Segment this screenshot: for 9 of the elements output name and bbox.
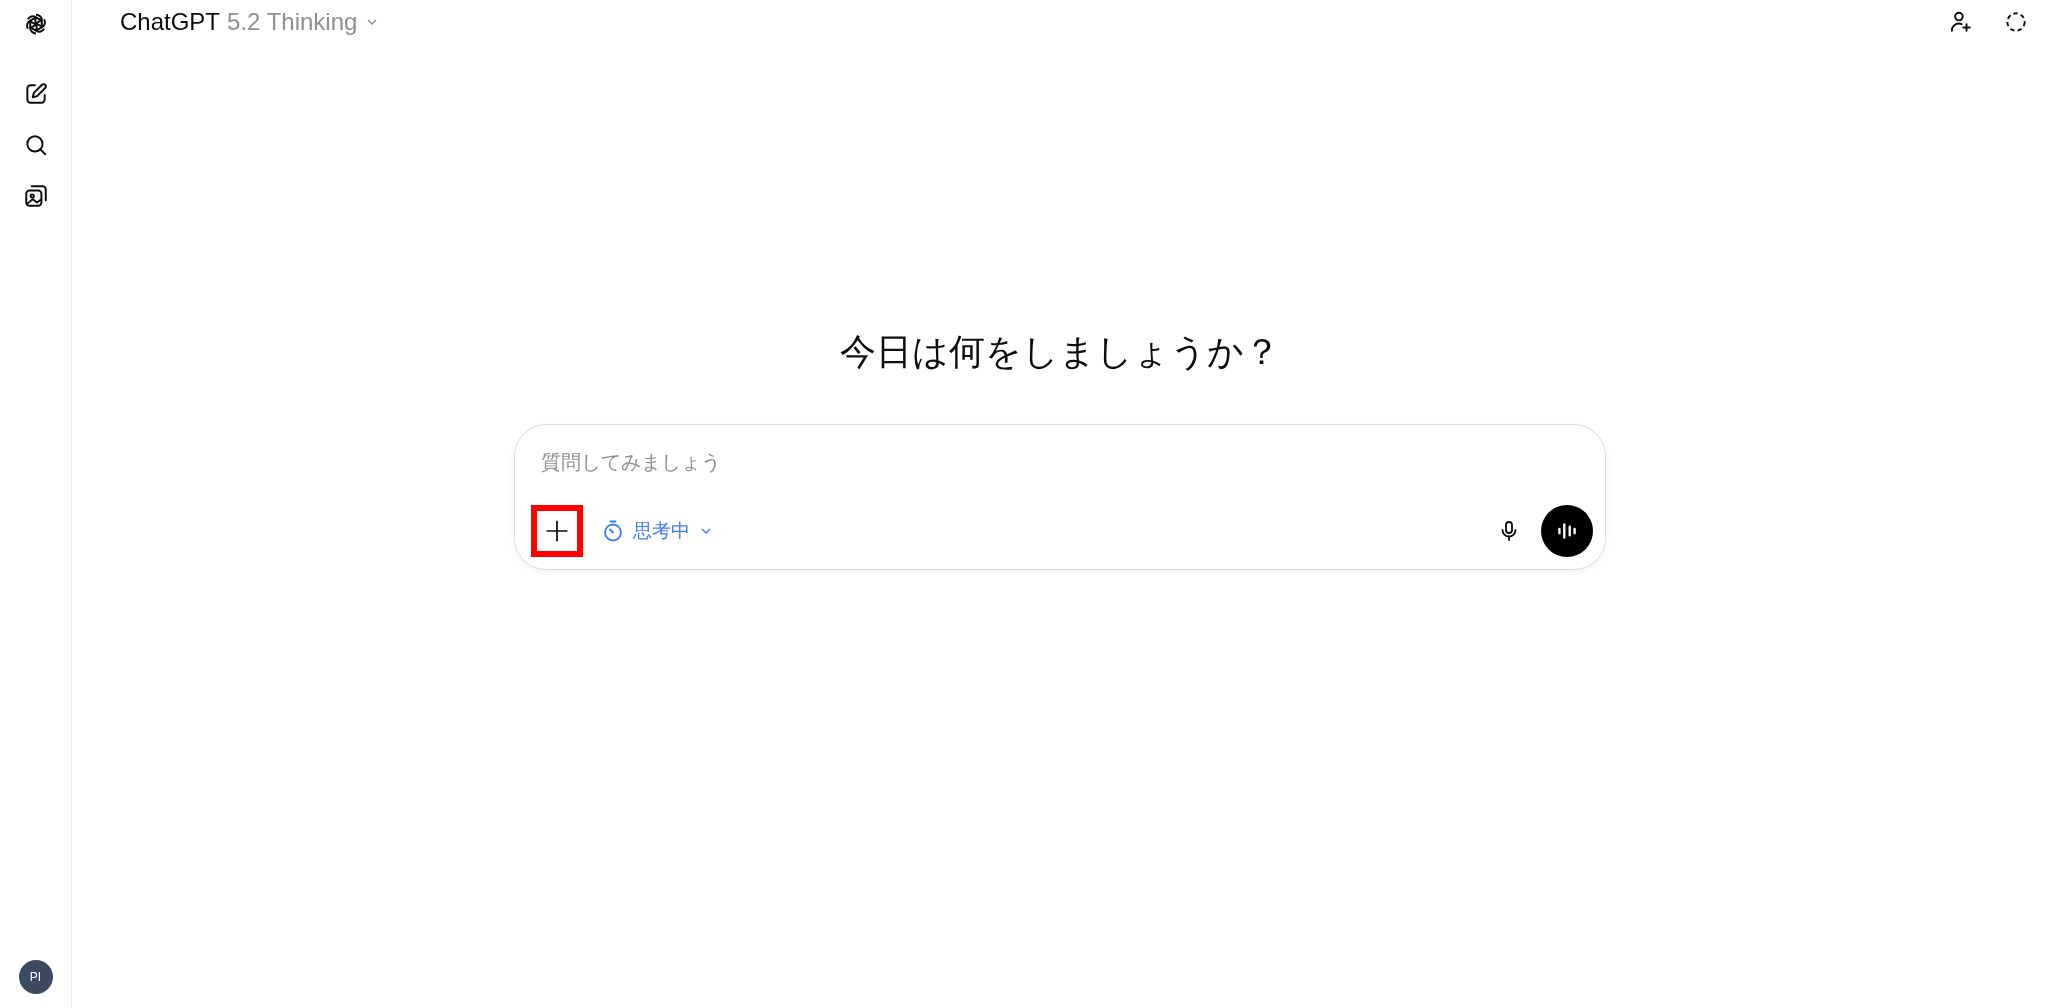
add-button[interactable] [531,505,583,557]
user-avatar[interactable]: PI [18,960,53,994]
timer-icon [601,519,625,543]
plus-icon [544,518,570,544]
message-field[interactable]: 質問してみましょう 思考中 [514,424,1606,570]
thinking-mode-button[interactable]: 思考中 [595,514,720,548]
model-selector[interactable]: ChatGPT 5.2 Thinking [112,8,389,36]
greeting-heading: 今日は何をしましょうか？ [840,330,1280,374]
voice-mode-button[interactable] [1541,505,1593,557]
